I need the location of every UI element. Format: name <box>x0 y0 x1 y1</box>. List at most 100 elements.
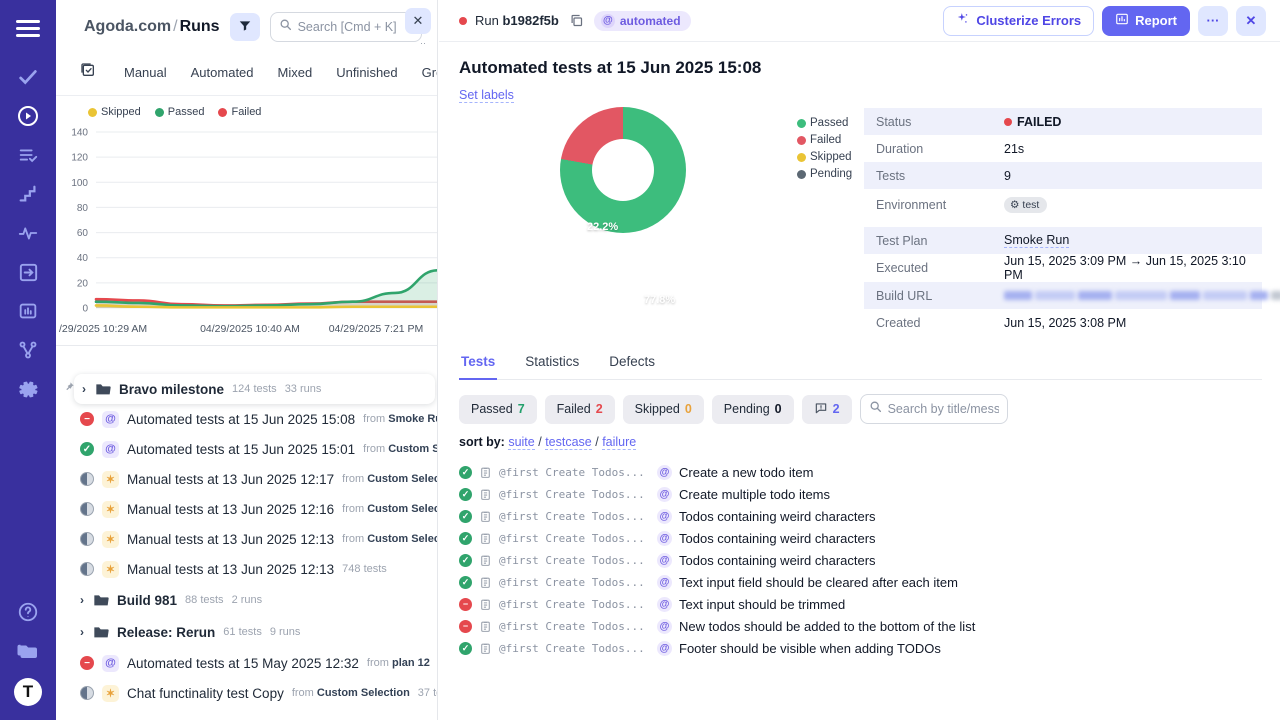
test-title[interactable]: Todos containing weird characters <box>679 509 876 524</box>
chevron-right-icon[interactable]: › <box>80 593 84 607</box>
filter-passed-button[interactable]: Passed 7 <box>459 394 537 424</box>
automated-icon: @ <box>657 552 672 568</box>
run-row[interactable]: ✶ Chat functinality test Copy from Custo… <box>56 678 437 708</box>
test-title[interactable]: Create multiple todo items <box>679 487 830 502</box>
sort-by-testcase-link[interactable]: testcase <box>545 435 592 450</box>
tab-defects[interactable]: Defects <box>607 348 657 379</box>
test-suite[interactable]: @first Create Todos... <box>499 620 657 633</box>
svg-text:/29/2025 10:29 AM: /29/2025 10:29 AM <box>59 323 147 335</box>
filter-button[interactable] <box>229 13 260 41</box>
run-folder-row[interactable]: › Build 981 88 tests 2 runs <box>56 584 437 616</box>
run-folder-row[interactable]: › Bravo milestone 124 tests 33 runs <box>74 374 435 404</box>
tab-automated[interactable]: Automated <box>191 65 254 80</box>
steps-icon[interactable] <box>16 182 40 206</box>
test-title[interactable]: Create a new todo item <box>679 465 813 480</box>
activity-icon[interactable] <box>16 221 40 245</box>
clipboard-icon <box>479 510 492 523</box>
run-folder-row[interactable]: › Release: Rerun 61 tests 9 runs <box>56 616 437 648</box>
test-title[interactable]: New todos should be added to the bottom … <box>679 619 975 634</box>
test-title[interactable]: Text input should be trimmed <box>679 597 845 612</box>
check-icon[interactable] <box>16 65 40 89</box>
run-row[interactable]: − @ Automated tests at 15 May 2025 12:32… <box>56 648 437 678</box>
more-button[interactable]: ··· <box>1198 5 1228 36</box>
automated-run-icon: @ <box>102 410 119 428</box>
projects-folder-icon[interactable] <box>16 639 40 663</box>
panel-close-button[interactable]: ✕ <box>405 8 431 34</box>
app-sidebar: T <box>0 0 56 720</box>
testplan-link[interactable]: Smoke Run <box>1004 233 1070 248</box>
test-suite[interactable]: @first Create Todos... <box>499 642 657 655</box>
run-row[interactable]: ✶ Manual tests at 13 Jun 2025 12:13 from… <box>56 524 437 554</box>
branch-icon[interactable] <box>16 338 40 362</box>
set-labels-link[interactable]: Set labels <box>459 88 514 103</box>
sort-by-suite-link[interactable]: suite <box>508 435 535 450</box>
test-suite[interactable]: @first Create Todos... <box>499 532 657 545</box>
run-title: Manual tests at 13 Jun 2025 12:16 <box>127 501 335 517</box>
test-row[interactable]: ✓ @first Create Todos... @ Todos containing… <box>459 505 1280 527</box>
test-row[interactable]: ✓ @first Create Todos... @ Create multiple … <box>459 483 1280 505</box>
test-row[interactable]: ✓ @first Create Todos... @ Text input field… <box>459 571 1280 593</box>
project-name[interactable]: Agoda.com <box>84 18 171 35</box>
search-icon <box>279 18 292 36</box>
chevron-right-icon[interactable]: › <box>82 382 86 396</box>
reports-icon[interactable] <box>16 299 40 323</box>
settings-gear-icon[interactable] <box>16 377 40 401</box>
run-row[interactable]: − @ Automated tests at 15 Jun 2025 15:08… <box>56 404 437 434</box>
chevron-right-icon[interactable]: › <box>80 625 84 639</box>
filter-skipped-button[interactable]: Skipped 0 <box>622 394 704 424</box>
report-button[interactable]: Report <box>1102 5 1190 36</box>
run-row[interactable]: ✶ Manual tests at 13 Jun 2025 12:13 748 … <box>56 554 437 584</box>
test-suite[interactable]: @first Create Todos... <box>499 466 657 479</box>
list-check-icon[interactable] <box>16 143 40 167</box>
panel-resize-icon[interactable]: ‥ <box>420 36 427 47</box>
copy-icon[interactable] <box>567 11 586 30</box>
run-title: Manual tests at 13 Jun 2025 12:13 <box>127 561 335 577</box>
tab-tests[interactable]: Tests <box>459 348 498 380</box>
filter-comments-button[interactable]: 2 <box>801 394 852 424</box>
run-row[interactable]: ✶ Manual tests at 13 Jun 2025 12:16 from… <box>56 494 437 524</box>
test-row[interactable]: ✓ @first Create Todos... @ Todos containing… <box>459 527 1280 549</box>
filter-failed-button[interactable]: Failed 2 <box>544 394 615 424</box>
filter-pending-button[interactable]: Pending 0 <box>711 394 794 424</box>
runs-search[interactable] <box>269 12 422 42</box>
run-row[interactable]: ✓ @ Automated tests at 15 Jun 2025 15:01… <box>56 434 437 464</box>
tab-unfinished[interactable]: Unfinished <box>336 65 397 80</box>
clusterize-errors-button[interactable]: Clusterize Errors <box>943 5 1095 36</box>
manual-run-icon: ✶ <box>102 684 119 702</box>
select-all-icon[interactable] <box>80 62 96 83</box>
folder-icon <box>95 382 111 396</box>
runs-icon[interactable] <box>16 104 40 128</box>
import-icon[interactable] <box>16 260 40 284</box>
run-row[interactable]: ✶ Manual tests at 13 Jun 2025 12:17 from… <box>56 464 437 494</box>
test-suite[interactable]: @first Create Todos... <box>499 510 657 523</box>
test-title[interactable]: Text input field should be cleared after… <box>679 575 958 590</box>
test-row[interactable]: ✓ @first Create Todos... @ Footer should be… <box>459 637 1280 659</box>
test-suite[interactable]: @first Create Todos... <box>499 598 657 611</box>
tab-groups[interactable]: Groups <box>422 65 437 80</box>
test-row[interactable]: ✓ @first Create Todos... @ Create a new tod… <box>459 461 1280 483</box>
test-title[interactable]: Todos containing weird characters <box>679 531 876 546</box>
app-logo[interactable]: T <box>14 678 42 706</box>
close-run-button[interactable]: ✕ <box>1236 5 1266 36</box>
clipboard-icon <box>479 554 492 567</box>
run-type-badge: @ automated <box>593 10 691 31</box>
test-search[interactable] <box>859 394 1008 424</box>
passed-status-icon: ✓ <box>459 465 472 479</box>
menu-icon[interactable] <box>16 16 40 41</box>
test-title[interactable]: Todos containing weird characters <box>679 553 876 568</box>
search-input[interactable] <box>297 20 413 34</box>
help-icon[interactable] <box>16 600 40 624</box>
sort-by-failure-link[interactable]: failure <box>602 435 637 450</box>
test-row[interactable]: − @first Create Todos... @ Text input shoul… <box>459 593 1280 615</box>
test-search-input[interactable] <box>887 402 999 416</box>
test-suite[interactable]: @first Create Todos... <box>499 576 657 589</box>
test-row[interactable]: ✓ @first Create Todos... @ Todos containing… <box>459 549 1280 571</box>
tab-manual[interactable]: Manual <box>124 65 167 80</box>
test-title[interactable]: Footer should be visible when adding TOD… <box>679 641 941 656</box>
test-row[interactable]: − @first Create Todos... @ New todos should… <box>459 615 1280 637</box>
test-suite[interactable]: @first Create Todos... <box>499 554 657 567</box>
test-suite[interactable]: @first Create Todos... <box>499 488 657 501</box>
automated-icon: @ <box>600 13 615 28</box>
tab-statistics[interactable]: Statistics <box>523 348 581 379</box>
tab-mixed[interactable]: Mixed <box>278 65 313 80</box>
